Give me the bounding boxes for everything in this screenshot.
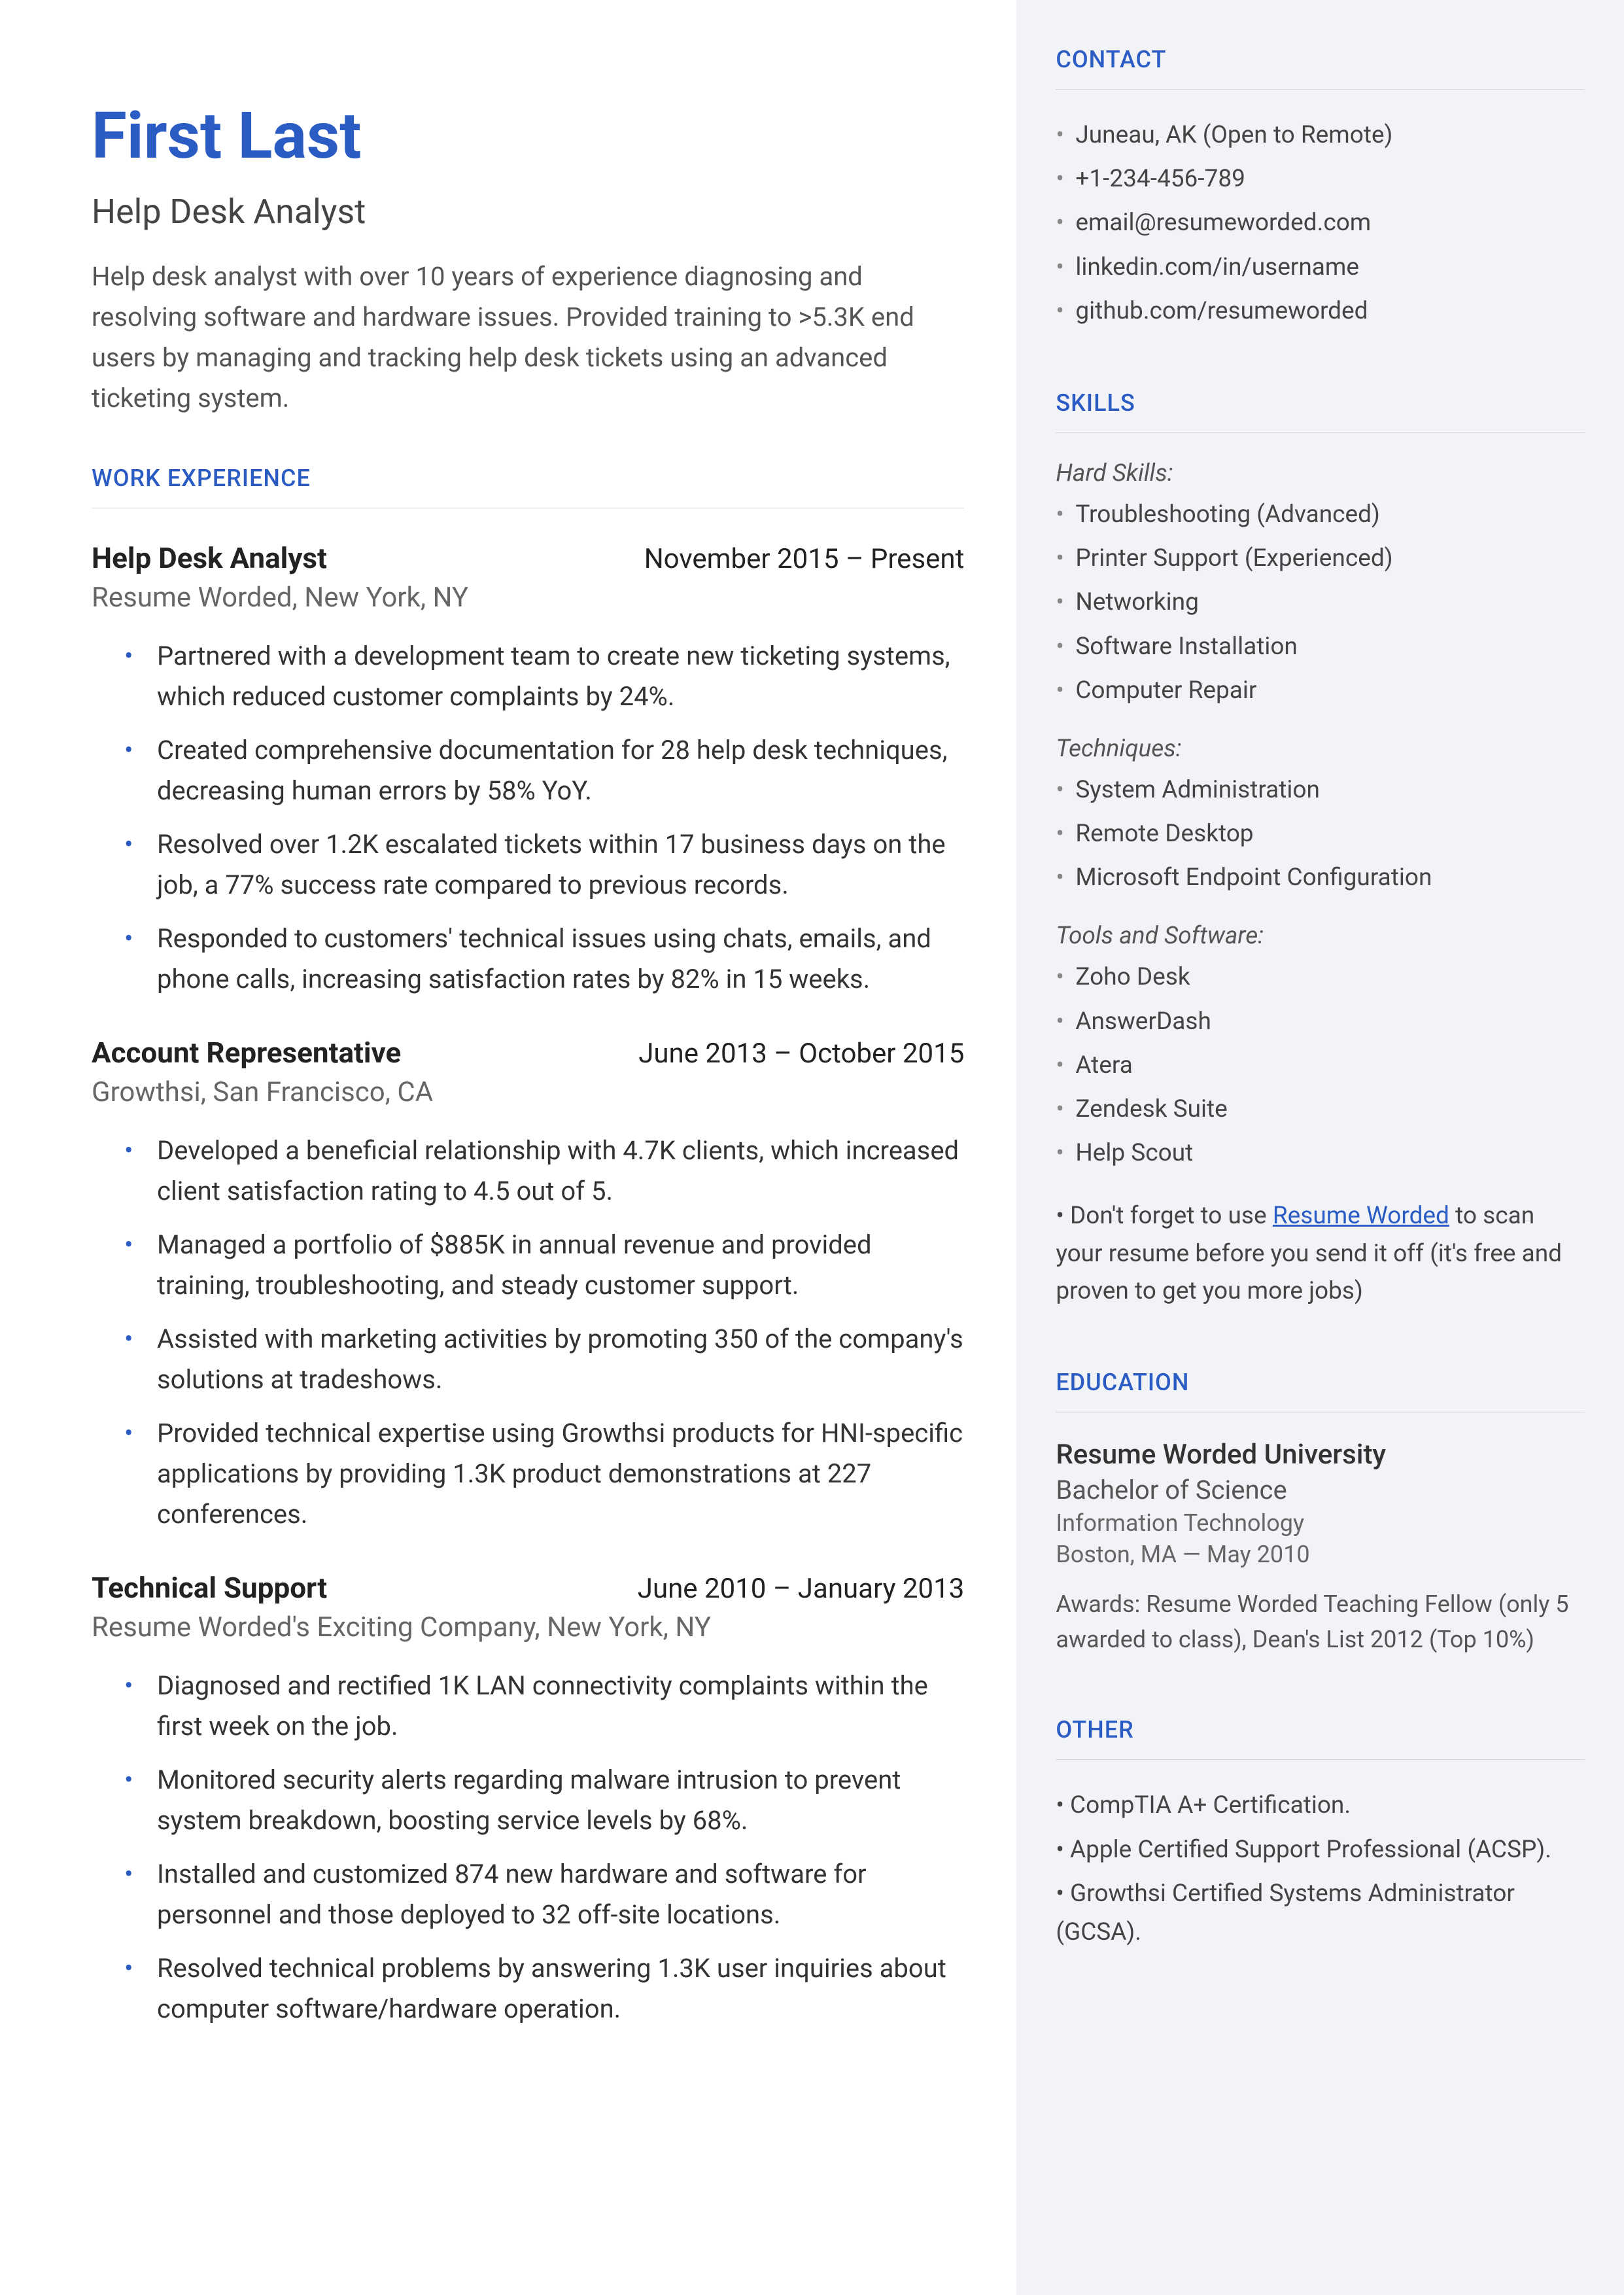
job-company: Resume Worded's Exciting Company, New Yo…	[92, 1611, 964, 1643]
skill-list: Zoho Desk AnswerDash Atera Zendesk Suite Hel…	[1056, 958, 1585, 1172]
job-title: Account Representative	[92, 1036, 401, 1070]
job-header: Account Representative June 2013 – Octobe…	[92, 1036, 964, 1070]
skill-item: Printer Support (Experienced)	[1056, 539, 1585, 578]
resume-worded-link[interactable]: Resume Worded	[1273, 1202, 1449, 1230]
job-bullets: Partnered with a development team to cre…	[92, 636, 964, 1000]
education-section: EDUCATION Resume Worded University Bache…	[1056, 1369, 1585, 1657]
contact-section: CONTACT Juneau, AK (Open to Remote) +1-23…	[1056, 46, 1585, 330]
bullet-item: Managed a portfolio of $885K in annual r…	[131, 1225, 964, 1306]
bullet-item: Partnered with a development team to cre…	[131, 636, 964, 717]
divider	[1056, 89, 1585, 90]
job-header: Help Desk Analyst November 2015 – Present	[92, 541, 964, 575]
bullet-item: Provided technical expertise using Growt…	[131, 1413, 964, 1535]
skill-item: AnswerDash	[1056, 1002, 1585, 1041]
skill-group-label: Tools and Software:	[1056, 922, 1585, 950]
divider	[1056, 1759, 1585, 1760]
bullet-item: Assisted with marketing activities by pr…	[131, 1319, 964, 1400]
applicant-name: First Last	[92, 98, 964, 173]
education-degree: Bachelor of Science	[1056, 1475, 1585, 1505]
job-entry: Help Desk Analyst November 2015 – Present…	[92, 541, 964, 1000]
skill-item: Help Scout	[1056, 1134, 1585, 1172]
education-location: Boston, MA — May 2010	[1056, 1541, 1585, 1568]
job-entry: Account Representative June 2013 – Octobe…	[92, 1036, 964, 1535]
contact-item: email@resumeworded.com	[1056, 203, 1585, 242]
skill-item: Networking	[1056, 583, 1585, 622]
bullet-item: Resolved over 1.2K escalated tickets wit…	[131, 824, 964, 905]
job-header: Technical Support June 2010 – January 201…	[92, 1571, 964, 1605]
bullet-item: Resolved technical problems by answering…	[131, 1948, 964, 2029]
job-dates: November 2015 – Present	[644, 543, 965, 575]
bullet-item: Installed and customized 874 new hardwar…	[131, 1854, 964, 1935]
other-list: • CompTIA A+ Certification. • Apple Certi…	[1056, 1786, 1585, 1952]
skill-item: Microsoft Endpoint Configuration	[1056, 858, 1585, 897]
skill-item: Troubleshooting (Advanced)	[1056, 495, 1585, 534]
skill-list: System Administration Remote Desktop Micro…	[1056, 771, 1585, 898]
contact-item: github.com/resumeworded	[1056, 292, 1585, 330]
education-heading: EDUCATION	[1056, 1369, 1585, 1396]
bullet-item: Diagnosed and rectified 1K LAN connectiv…	[131, 1666, 964, 1747]
contact-item: Juneau, AK (Open to Remote)	[1056, 116, 1585, 154]
skill-item: System Administration	[1056, 771, 1585, 809]
contact-item: +1-234-456-789	[1056, 160, 1585, 198]
education-school: Resume Worded University	[1056, 1439, 1585, 1471]
skills-note: • Don't forget to use Resume Worded to s…	[1056, 1197, 1585, 1310]
applicant-title: Help Desk Analyst	[92, 192, 964, 232]
contact-item: linkedin.com/in/username	[1056, 248, 1585, 287]
other-section: OTHER • CompTIA A+ Certification. • Apple…	[1056, 1716, 1585, 1952]
summary-text: Help desk analyst with over 10 years of …	[92, 256, 964, 419]
job-dates: June 2010 – January 2013	[638, 1573, 965, 1605]
education-awards: Awards: Resume Worded Teaching Fellow (o…	[1056, 1586, 1585, 1657]
main-column: First Last Help Desk Analyst Help desk a…	[92, 98, 977, 2230]
sidebar-column: CONTACT Juneau, AK (Open to Remote) +1-23…	[1016, 0, 1624, 2295]
skill-item: Atera	[1056, 1046, 1585, 1085]
work-experience-heading: WORK EXPERIENCE	[92, 464, 964, 492]
bullet-item: Created comprehensive documentation for …	[131, 730, 964, 811]
job-bullets: Diagnosed and rectified 1K LAN connectiv…	[92, 1666, 964, 2029]
job-bullets: Developed a beneficial relationship with…	[92, 1130, 964, 1535]
job-company: Growthsi, San Francisco, CA	[92, 1076, 964, 1108]
skill-item: Software Installation	[1056, 627, 1585, 666]
job-title: Technical Support	[92, 1571, 327, 1605]
skill-item: Zendesk Suite	[1056, 1090, 1585, 1129]
education-field: Information Technology	[1056, 1509, 1585, 1537]
other-heading: OTHER	[1056, 1716, 1585, 1743]
skill-list: Troubleshooting (Advanced) Printer Suppor…	[1056, 495, 1585, 710]
job-title: Help Desk Analyst	[92, 541, 327, 575]
other-item: • Apple Certified Support Professional (…	[1056, 1831, 1585, 1869]
bullet-item: Developed a beneficial relationship with…	[131, 1130, 964, 1212]
job-entry: Technical Support June 2010 – January 201…	[92, 1571, 964, 2029]
other-item: • CompTIA A+ Certification.	[1056, 1786, 1585, 1825]
skills-section: SKILLS Hard Skills: Troubleshooting (Adva…	[1056, 389, 1585, 1310]
skill-group-label: Techniques:	[1056, 735, 1585, 763]
skill-item: Computer Repair	[1056, 671, 1585, 710]
bullet-item: Responded to customers' technical issues…	[131, 919, 964, 1000]
contact-list: Juneau, AK (Open to Remote) +1-234-456-78…	[1056, 116, 1585, 330]
skill-group: Techniques: System Administration Remote D…	[1056, 735, 1585, 898]
contact-heading: CONTACT	[1056, 46, 1585, 73]
other-item: • Growthsi Certified Systems Administrat…	[1056, 1874, 1585, 1952]
skill-group: Hard Skills: Troubleshooting (Advanced) Pr…	[1056, 459, 1585, 710]
skill-item: Zoho Desk	[1056, 958, 1585, 996]
jobs-container: Help Desk Analyst November 2015 – Present…	[92, 541, 964, 2029]
skill-item: Remote Desktop	[1056, 815, 1585, 853]
job-company: Resume Worded, New York, NY	[92, 582, 964, 614]
divider	[1056, 432, 1585, 433]
skills-heading: SKILLS	[1056, 389, 1585, 417]
skill-group-label: Hard Skills:	[1056, 459, 1585, 487]
job-dates: June 2013 – October 2015	[638, 1038, 964, 1070]
skill-group: Tools and Software: Zoho Desk AnswerDash At…	[1056, 922, 1585, 1172]
bullet-item: Monitored security alerts regarding malw…	[131, 1760, 964, 1841]
